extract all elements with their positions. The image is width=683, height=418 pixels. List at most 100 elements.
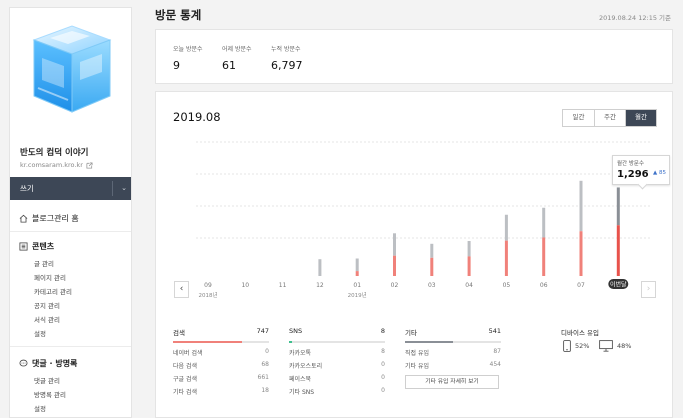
chart-card: 2019.08 일간 주간 월간 09 10 11 12 01 02 03 04 05 06 07 이…: [155, 91, 673, 418]
sidebar-divider: [10, 231, 131, 232]
blog-title[interactable]: 반도의 컴덕 이야기: [20, 146, 88, 158]
breakdown-row: 다음 검색 68: [173, 361, 269, 374]
chart-bar-lower: [355, 271, 359, 276]
breakdown-sns-header: SNS 8: [289, 327, 385, 340]
chart-tick-label: 01: [353, 282, 361, 289]
chart-tick-label: 05: [503, 282, 511, 289]
sidebar-section-contents[interactable]: 콘텐츠: [19, 241, 54, 252]
blog-url-link[interactable]: kr.comsaram.kro.kr: [20, 161, 93, 169]
chevron-right-icon: ›: [646, 284, 651, 294]
page-title: 방문 통계: [155, 8, 202, 22]
sidebar-item-categories[interactable]: 카테고리 관리: [34, 286, 72, 296]
device-pc-percent: 48%: [617, 342, 632, 350]
sidebar-item-comments[interactable]: 댓글 관리: [34, 375, 60, 385]
chevron-left-icon: ‹: [179, 284, 184, 294]
next-period-button[interactable]: ›: [641, 281, 656, 298]
chart-bar-lower: [542, 237, 546, 276]
sidebar-item-home[interactable]: 블로그관리 홈: [19, 213, 79, 224]
triangle-up-icon: ▲: [653, 170, 658, 176]
breakdown-etc-header: 기타 541: [405, 327, 501, 340]
breakdown-row: 카카오톡 8: [289, 348, 385, 361]
breakdown-row: 직접 유입 87: [405, 348, 501, 361]
breakdown-row-label: 카카오톡: [289, 350, 312, 357]
document-list-icon: [19, 242, 28, 251]
stat-yesterday-label: 어제 방문수: [222, 46, 252, 53]
stat-today: 오늘 방문수 9: [173, 44, 203, 72]
chart-tick-label: 12: [316, 282, 324, 289]
sidebar-item-notices[interactable]: 공지 관리: [34, 300, 60, 310]
breakdown-row: 기타 검색 18: [173, 387, 269, 400]
summary-card: 오늘 방문수 9 어제 방문수 61 누적 방문수 6,797: [155, 29, 673, 84]
write-button-label: 쓰기: [20, 184, 34, 193]
device-mobile: 52%: [563, 340, 589, 352]
chart-tick-label: 이번달: [610, 281, 627, 289]
chart-tick-label: 03: [428, 282, 436, 289]
chart-tick-label: 11: [279, 282, 287, 289]
breakdown-sns-count: 8: [380, 327, 385, 335]
sidebar-section-comments[interactable]: 댓글 · 방명록: [19, 358, 77, 369]
stat-total: 누적 방문수 6,797: [271, 44, 303, 72]
breakdown-row-label: 기타 SNS: [289, 389, 315, 396]
tooltip-delta: ▲ 85: [653, 170, 666, 176]
other-inflow-detail-button[interactable]: 기타 유입 자세히 보기: [405, 375, 499, 389]
sidebar-section-contents-label: 콘텐츠: [32, 242, 55, 251]
device-mobile-percent: 52%: [575, 342, 590, 350]
breakdown-sns: SNS 8 카카오톡 8 카카오스토리 0 페이스북 0 기타 SNS 0: [289, 327, 385, 400]
breakdown-row: 카카오스토리 0: [289, 361, 385, 374]
home-icon: [19, 214, 28, 223]
breakdown-search-count: 747: [256, 327, 269, 335]
sidebar-item-pages[interactable]: 페이지 관리: [34, 272, 66, 282]
chart-tick-label: 10: [241, 282, 249, 289]
stat-today-value: 9: [173, 59, 180, 72]
sidebar: 반도의 컴덕 이야기 kr.comsaram.kro.kr 쓰기 ⌄ 블로그관리…: [9, 7, 132, 418]
breakdown-row: 기타 유입 454: [405, 361, 501, 374]
chart-bar-total: [616, 187, 620, 226]
breakdown-row: 페이스북 0: [289, 374, 385, 387]
blog-avatar[interactable]: [20, 18, 122, 120]
breakdown-row-label: 기타 검색: [173, 389, 197, 396]
sidebar-item-content-settings[interactable]: 설정: [34, 328, 46, 338]
breakdown-row-label: 네이버 검색: [173, 350, 203, 357]
prev-period-button[interactable]: ‹: [174, 281, 189, 298]
breakdown-etc-count: 541: [488, 327, 501, 335]
chart-bar-lower: [579, 231, 583, 276]
chart-bar-lower: [430, 257, 434, 276]
breakdown-row-count: 18: [261, 387, 269, 394]
sidebar-item-comment-settings[interactable]: 설정: [34, 403, 46, 413]
breakdown-search-bar-fill: [173, 341, 243, 343]
visits-chart: 09 10 11 12 01 02 03 04 05 06 07 이번달 2018년 2019년: [196, 141, 651, 299]
breakdown-search-title: 검색: [173, 329, 185, 337]
chart-bar-total: [504, 214, 508, 241]
sidebar-item-guestbook[interactable]: 방명록 관리: [34, 389, 66, 399]
chevron-down-icon[interactable]: ⌄: [121, 177, 127, 200]
breakdown-row-count: 454: [489, 361, 501, 368]
breakdown-sns-bar-fill: [289, 341, 292, 343]
breakdown-search-bar: [173, 341, 269, 343]
monitor-icon: [599, 340, 613, 352]
breakdown-row-count: 661: [257, 374, 269, 381]
breakdown-row-count: 68: [261, 361, 269, 368]
breakdown-row: 구글 검색 661: [173, 374, 269, 387]
stat-total-label: 누적 방문수: [271, 46, 301, 53]
write-button[interactable]: 쓰기 ⌄: [10, 177, 131, 200]
tooltip-label: 월간 방문수: [617, 161, 645, 167]
breakdown-search: 검색 747 네이버 검색 0 다음 검색 68 구글 검색 661 기타 검색 18: [173, 327, 269, 400]
sidebar-item-home-label: 블로그관리 홈: [32, 214, 79, 223]
sidebar-item-posts[interactable]: 글 관리: [34, 258, 54, 268]
breakdown-etc: 기타 541 직접 유입 87 기타 유입 454: [405, 327, 501, 374]
breakdown-row-count: 0: [381, 374, 385, 381]
chart-tick-label: 02: [391, 282, 399, 289]
sidebar-item-templates[interactable]: 서식 관리: [34, 314, 60, 324]
device-title: 디바이스 유입: [561, 329, 599, 337]
breakdown-etc-title: 기타: [405, 329, 417, 337]
blog-url-text[interactable]: kr.comsaram.kro.kr: [20, 161, 83, 169]
breakdown-row-count: 8: [381, 348, 385, 355]
chart-bar-lower: [616, 225, 620, 276]
breakdown-row: 네이버 검색 0: [173, 348, 269, 361]
chart-bar-total: [430, 243, 434, 258]
breakdown-row-label: 직접 유입: [405, 350, 429, 357]
external-link-icon: [86, 161, 93, 169]
chart-bar-total: [579, 180, 583, 232]
sidebar-divider: [10, 346, 131, 347]
stat-yesterday: 어제 방문수 61: [222, 44, 252, 72]
